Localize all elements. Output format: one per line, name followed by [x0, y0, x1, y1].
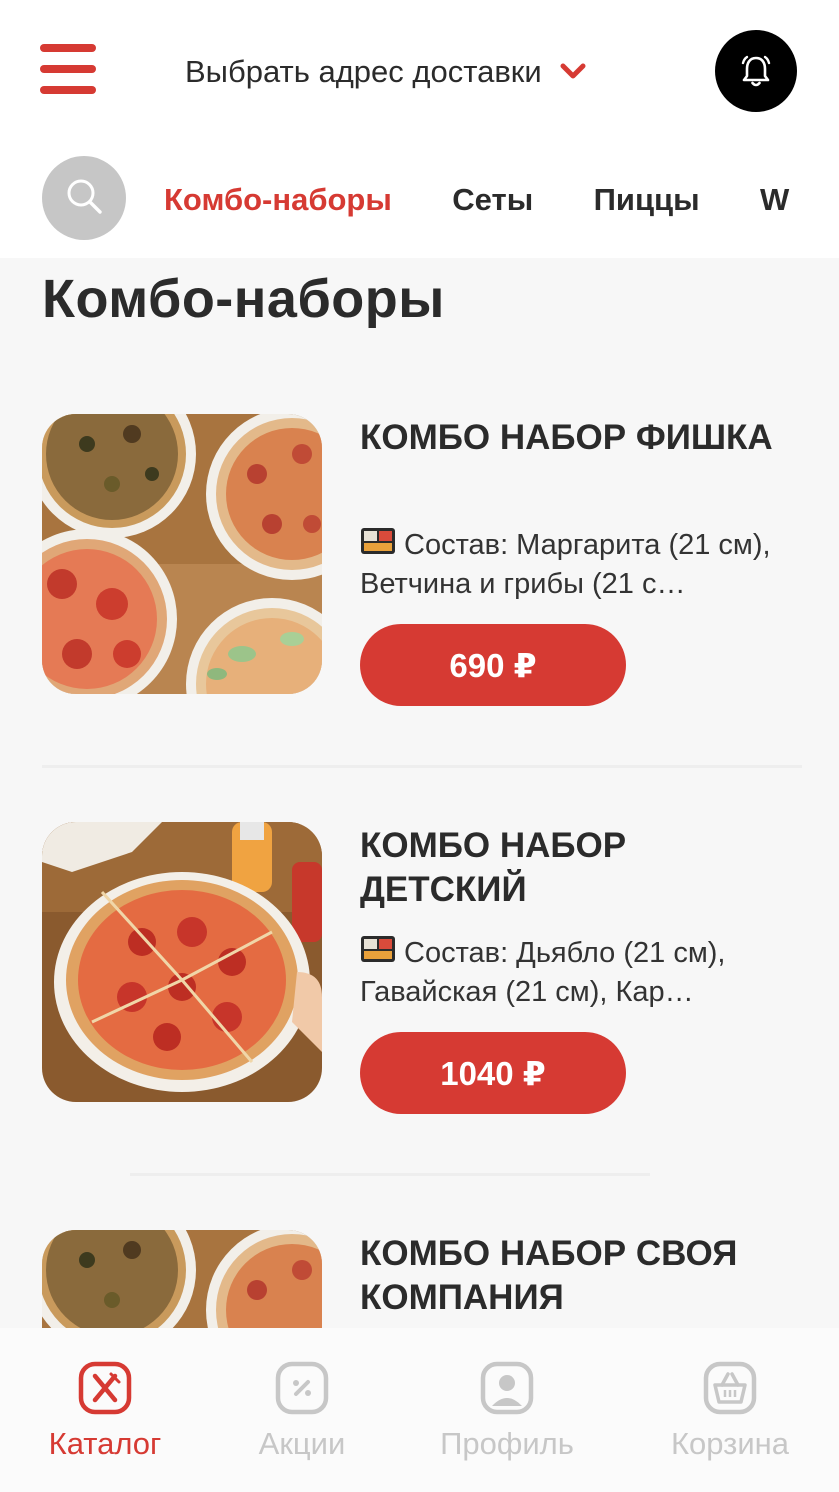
tab-sets[interactable]: Сеты	[452, 176, 533, 224]
product-photo	[42, 414, 322, 694]
nav-profile[interactable]: Профиль	[407, 1360, 607, 1462]
nav-label: Профиль	[440, 1426, 574, 1461]
delivery-address-selector[interactable]: Выбрать адрес доставки	[185, 50, 586, 94]
nav-label: Каталог	[48, 1426, 162, 1461]
delivery-address-label: Выбрать адрес доставки	[185, 54, 542, 89]
product-name: КОМБО НАБОР ФИШКА	[360, 418, 773, 457]
nav-promotions[interactable]: Акции	[202, 1360, 402, 1462]
product-card[interactable]: КОМБО НАБОР СВОЯ КОМПАНИЯ	[42, 1230, 802, 1328]
chevron-down-icon	[560, 59, 586, 85]
product-name: КОМБО НАБОР ДЕТСКИЙ	[360, 826, 627, 909]
section-title: Комбо-наборы	[42, 269, 445, 329]
divider	[42, 765, 802, 768]
search-button[interactable]	[42, 156, 126, 240]
category-tabs: Комбо-наборы Сеты Пиццы W	[164, 176, 797, 224]
cart-icon	[702, 1360, 758, 1416]
app-header: Выбрать адрес доставки Комбо-наборы Сеты…	[0, 0, 839, 258]
nav-label: Акции	[258, 1426, 346, 1461]
product-description: Состав: Дьябло (21 см), Гавайская (21 см…	[360, 934, 800, 1011]
tab-pizzas[interactable]: Пиццы	[594, 176, 700, 224]
bottom-navigation: Каталог Акции Профиль Корзина	[0, 1328, 839, 1492]
promo-icon	[274, 1360, 330, 1416]
product-card[interactable]: КОМБО НАБОР ФИШКА Состав: Маргарита (21 …	[42, 414, 802, 706]
price-button[interactable]: 690 ₽	[360, 624, 626, 706]
divider	[130, 1173, 650, 1176]
product-photo	[42, 1230, 322, 1328]
search-icon	[62, 174, 106, 223]
nav-catalog[interactable]: Каталог	[5, 1360, 205, 1462]
tab-more[interactable]: W	[760, 176, 789, 224]
product-card[interactable]: КОМБО НАБОР ДЕТСКИЙ Состав: Дьябло (21 с…	[42, 822, 802, 1114]
price-button[interactable]: 1040 ₽	[360, 1032, 626, 1114]
product-description: Состав: Маргарита (21 см), Ветчина и гри…	[360, 526, 800, 603]
bento-box-icon	[360, 934, 396, 974]
nav-cart[interactable]: Корзина	[630, 1360, 830, 1462]
bento-box-icon	[360, 526, 396, 566]
tab-combo-sets[interactable]: Комбо-наборы	[164, 176, 392, 224]
product-photo	[42, 822, 322, 1102]
catalog-icon	[77, 1360, 133, 1416]
product-description-text: Состав: Дьябло (21 см), Гавайская (21 см…	[360, 937, 726, 1008]
product-description-text: Состав: Маргарита (21 см), Ветчина и гри…	[360, 529, 771, 600]
profile-icon	[479, 1360, 535, 1416]
product-name: КОМБО НАБОР СВОЯ КОМПАНИЯ	[360, 1234, 738, 1317]
notifications-bell-icon[interactable]	[715, 30, 797, 112]
nav-label: Корзина	[670, 1426, 790, 1461]
hamburger-menu-icon[interactable]	[40, 44, 96, 96]
